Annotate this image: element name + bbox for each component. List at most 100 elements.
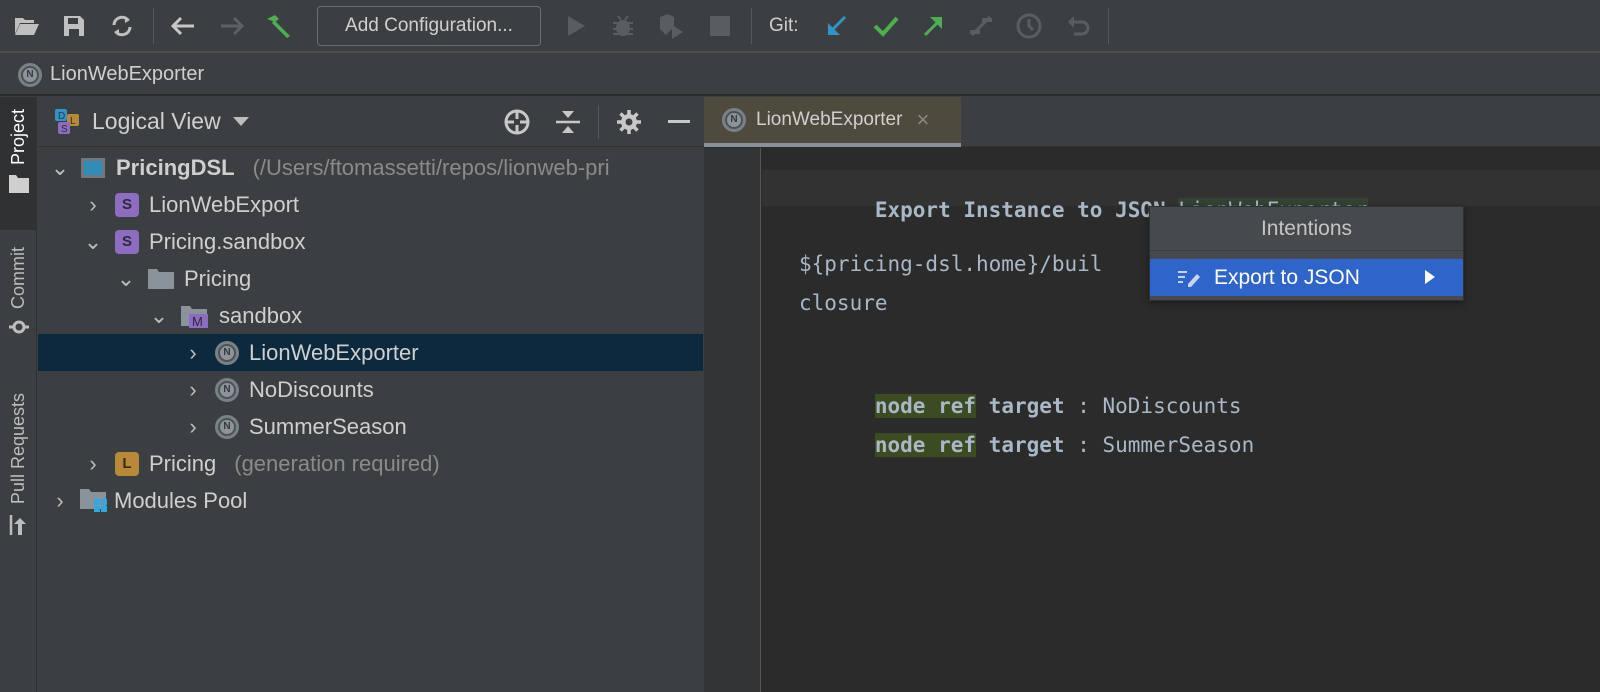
node-icon: N bbox=[215, 414, 239, 439]
tab-lionwebexporter[interactable]: N LionWebExporter × bbox=[704, 97, 961, 147]
toolbar-separator bbox=[153, 8, 154, 44]
tree-item-label: Pricing.sandbox bbox=[149, 228, 306, 254]
code-keyword: Export Instance to JSON bbox=[874, 198, 1166, 222]
modules-pool-icon bbox=[80, 488, 108, 513]
tree-item-label: sandbox bbox=[219, 302, 303, 328]
stripe-pull-requests-button[interactable]: Pull Requests bbox=[0, 393, 37, 553]
git-history-icon[interactable] bbox=[1014, 11, 1044, 41]
main-toolbar: Add Configuration... Git: bbox=[0, 0, 1600, 53]
export-to-json-menu-item[interactable]: Export to JSON bbox=[1150, 259, 1463, 296]
dsl-logo-icon: D L S bbox=[55, 108, 79, 135]
git-rollback-icon[interactable] bbox=[1063, 11, 1093, 41]
tree-item-label: NoDiscounts bbox=[249, 376, 374, 402]
model-folder-icon: M bbox=[181, 304, 209, 328]
node-icon: N bbox=[722, 108, 746, 132]
tree-item-lionwebexport[interactable]: › S LionWebExport bbox=[38, 186, 703, 223]
add-configuration-button[interactable]: Add Configuration... bbox=[317, 6, 541, 46]
minimize-icon[interactable] bbox=[664, 107, 694, 137]
chevron-down-icon[interactable] bbox=[232, 117, 249, 126]
git-commit-icon[interactable] bbox=[871, 11, 901, 41]
intentions-popup: Intentions Export to JSON bbox=[1149, 206, 1464, 301]
git-push-icon[interactable] bbox=[918, 11, 948, 41]
chevron-right-icon[interactable]: › bbox=[83, 451, 103, 476]
svg-text:D: D bbox=[58, 111, 65, 122]
breadcrumb: N LionWebExporter bbox=[0, 55, 1600, 96]
tree-item-pricingdsl[interactable]: ⌄ PricingDSL (/Users/ftomassetti/repos/l… bbox=[38, 149, 703, 186]
project-panel-header: D L S Logical View bbox=[38, 97, 703, 147]
pull-request-icon bbox=[9, 515, 26, 536]
tree-item-sandbox[interactable]: ⌄ M sandbox bbox=[38, 297, 703, 334]
chevron-down-icon[interactable]: ⌄ bbox=[116, 266, 136, 291]
tree-item-label: LionWebExport bbox=[149, 191, 300, 217]
build-hammer-icon[interactable] bbox=[264, 11, 294, 41]
tree-item-summerseason[interactable]: › N SummerSeason bbox=[38, 408, 703, 445]
stripe-label: Commit bbox=[8, 247, 28, 309]
back-icon[interactable] bbox=[168, 11, 198, 41]
tree-item-nodiscounts[interactable]: › N NoDiscounts bbox=[38, 371, 703, 408]
stripe-project-button[interactable]: Project bbox=[0, 97, 37, 230]
chevron-down-icon[interactable]: ⌄ bbox=[83, 229, 103, 254]
tree-item-label: SummerSeason bbox=[249, 413, 407, 439]
chevron-right-icon[interactable]: › bbox=[183, 377, 203, 402]
svg-text:L: L bbox=[70, 116, 76, 127]
svg-text:M: M bbox=[192, 314, 203, 328]
save-icon[interactable] bbox=[59, 11, 89, 41]
collapse-all-icon[interactable] bbox=[553, 107, 583, 137]
chevron-down-icon[interactable]: ⌄ bbox=[50, 155, 70, 180]
node-icon: N bbox=[18, 62, 42, 87]
folder-icon bbox=[148, 268, 174, 289]
coverage-icon[interactable] bbox=[656, 11, 686, 41]
toolbar-separator bbox=[751, 8, 752, 44]
menu-item-label: Export to JSON bbox=[1214, 265, 1360, 289]
code-line[interactable]: ${pricing-dsl.home}/buil bbox=[799, 252, 1102, 276]
tree-item-modules-pool[interactable]: › Modules Pool bbox=[38, 482, 703, 519]
stripe-label: Pull Requests bbox=[8, 393, 28, 505]
chevron-right-icon[interactable]: › bbox=[183, 340, 203, 365]
stripe-commit-button[interactable]: Commit bbox=[0, 247, 37, 357]
project-icon bbox=[80, 157, 106, 179]
close-icon[interactable]: × bbox=[916, 107, 929, 133]
git-label: Git: bbox=[769, 15, 799, 36]
locate-icon[interactable] bbox=[502, 107, 532, 137]
node-icon: N bbox=[215, 340, 239, 365]
tree-item-label: LionWebExporter bbox=[249, 339, 419, 365]
git-compare-icon[interactable] bbox=[966, 11, 996, 41]
tree-item-label: Pricing bbox=[149, 450, 217, 476]
stop-icon[interactable] bbox=[705, 11, 735, 41]
tree-item-pricing-language[interactable]: › L Pricing (generation required) bbox=[38, 445, 703, 482]
folder-icon bbox=[8, 175, 29, 194]
submenu-arrow-icon bbox=[1425, 270, 1435, 284]
code-line[interactable]: closure bbox=[799, 291, 888, 315]
code-property: target bbox=[988, 433, 1065, 457]
tree-item-status: (generation required) bbox=[234, 450, 440, 476]
popup-title: Intentions bbox=[1150, 207, 1463, 251]
chevron-right-icon[interactable]: › bbox=[183, 414, 203, 439]
forward-icon[interactable] bbox=[217, 11, 247, 41]
solution-icon: S bbox=[115, 229, 139, 254]
tree-item-pricing-sandbox[interactable]: ⌄ S Pricing.sandbox bbox=[38, 223, 703, 260]
chevron-right-icon[interactable]: › bbox=[50, 488, 70, 513]
git-update-icon[interactable] bbox=[822, 11, 852, 41]
node-icon: N bbox=[215, 377, 239, 402]
tree-item-lionwebexporter[interactable]: › N LionWebExporter bbox=[38, 334, 703, 371]
tool-window-stripe: Project Commit Pull Requests bbox=[0, 97, 37, 692]
code-reference[interactable]: SummerSeason bbox=[1103, 433, 1255, 457]
gear-icon[interactable] bbox=[614, 107, 644, 137]
tree-item-pricing-folder[interactable]: ⌄ Pricing bbox=[38, 260, 703, 297]
header-separator bbox=[598, 105, 599, 139]
tree-item-label: Modules Pool bbox=[114, 487, 248, 513]
toolbar-separator bbox=[1108, 8, 1109, 44]
sync-icon[interactable] bbox=[107, 11, 137, 41]
chevron-right-icon[interactable]: › bbox=[83, 192, 103, 217]
view-selector[interactable]: Logical View bbox=[92, 108, 221, 135]
debug-icon[interactable] bbox=[608, 11, 638, 41]
breadcrumb-item[interactable]: LionWebExporter bbox=[50, 63, 204, 86]
run-icon[interactable] bbox=[561, 11, 591, 41]
code-separator: : bbox=[1077, 433, 1090, 457]
editor-tabbar: N LionWebExporter × bbox=[704, 97, 1600, 147]
tree-item-label: PricingDSL bbox=[116, 154, 235, 180]
chevron-down-icon[interactable]: ⌄ bbox=[149, 303, 169, 328]
open-folder-icon[interactable] bbox=[12, 11, 42, 41]
svg-text:S: S bbox=[61, 124, 68, 135]
intention-edit-icon bbox=[1178, 270, 1200, 287]
